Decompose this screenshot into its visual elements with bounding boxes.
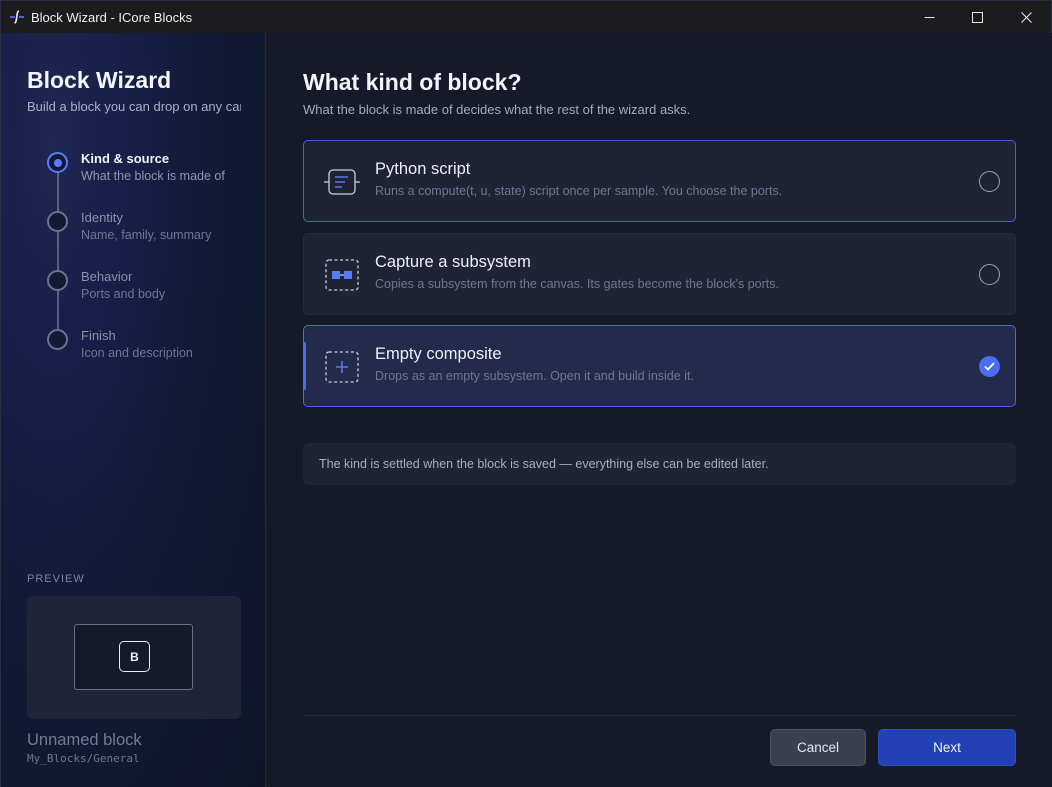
page-subtitle: What the block is made of decides what t… bbox=[303, 102, 691, 117]
preview-block-badge: B bbox=[119, 641, 150, 672]
info-note: The kind is settled when the block is sa… bbox=[303, 443, 1016, 485]
preview-label: PREVIEW bbox=[27, 573, 85, 585]
step-behavior[interactable]: Behavior Ports and body bbox=[47, 269, 257, 309]
minimize-button[interactable] bbox=[905, 1, 953, 33]
wizard-main: What kind of block? What the block is ma… bbox=[267, 33, 1052, 787]
step-desc: Name, family, summary bbox=[81, 228, 212, 242]
step-desc: Ports and body bbox=[81, 287, 166, 301]
footer-divider bbox=[303, 715, 1016, 716]
option-title: Python script bbox=[375, 160, 471, 178]
option-python-script[interactable]: Python script Runs a compute(t, u, state… bbox=[303, 140, 1016, 222]
window-title: Block Wizard - ICore Blocks bbox=[31, 10, 193, 25]
step-indicator-icon bbox=[47, 211, 68, 232]
step-title: Behavior bbox=[81, 269, 133, 284]
option-desc: Drops as an empty subsystem. Open it and… bbox=[375, 369, 694, 383]
radio-python-script[interactable] bbox=[979, 171, 1000, 192]
maximize-icon bbox=[971, 11, 983, 23]
step-title: Kind & source bbox=[81, 151, 170, 166]
maximize-button[interactable] bbox=[953, 1, 1001, 33]
step-indicator-icon bbox=[47, 329, 68, 350]
step-kind-source[interactable]: Kind & source What the block is made of bbox=[47, 151, 257, 191]
wizard-window: Block Wizard - ICore Blocks Block Wizard… bbox=[0, 0, 1052, 787]
option-desc: Copies a subsystem from the canvas. Its … bbox=[375, 277, 779, 291]
minimize-icon bbox=[924, 16, 934, 18]
step-finish[interactable]: Finish Icon and description bbox=[47, 328, 257, 368]
wizard-sidebar: Block Wizard Build a block you can drop … bbox=[1, 33, 266, 787]
step-desc: What the block is made of bbox=[81, 169, 225, 183]
option-title: Capture a subsystem bbox=[375, 253, 531, 271]
sidebar-subtitle: Build a block you can drop on any canvas bbox=[27, 99, 241, 114]
step-identity[interactable]: Identity Name, family, summary bbox=[47, 210, 257, 250]
page-title: What kind of block? bbox=[303, 69, 522, 95]
sidebar-title: Block Wizard bbox=[27, 67, 172, 93]
checkmark-icon bbox=[984, 362, 995, 371]
step-title: Finish bbox=[81, 328, 116, 343]
info-note-text: The kind is settled when the block is sa… bbox=[319, 457, 769, 471]
selection-accent-bar bbox=[303, 342, 306, 390]
title-bar[interactable]: Block Wizard - ICore Blocks bbox=[1, 1, 1051, 33]
close-button[interactable] bbox=[1002, 1, 1050, 33]
step-indicator-icon bbox=[47, 270, 68, 291]
radio-empty-composite[interactable] bbox=[979, 356, 1000, 377]
step-desc: Icon and description bbox=[81, 346, 193, 360]
preview-block-name: Unnamed block bbox=[27, 731, 142, 749]
python-script-icon bbox=[324, 169, 360, 195]
step-indicator-icon bbox=[47, 152, 68, 173]
capture-subsystem-icon bbox=[325, 259, 359, 291]
preview-block-path: My_Blocks/General bbox=[27, 752, 140, 765]
app-logo-icon bbox=[10, 10, 24, 24]
next-button[interactable]: Next bbox=[878, 729, 1016, 766]
option-empty-composite[interactable]: Empty composite Drops as an empty subsys… bbox=[303, 325, 1016, 407]
cancel-button[interactable]: Cancel bbox=[770, 729, 866, 766]
block-preview: B bbox=[27, 596, 241, 719]
option-title: Empty composite bbox=[375, 345, 502, 363]
close-icon bbox=[1020, 11, 1032, 23]
preview-block-shape: B bbox=[74, 624, 193, 690]
radio-capture-subsystem[interactable] bbox=[979, 264, 1000, 285]
step-title: Identity bbox=[81, 210, 123, 225]
option-desc: Runs a compute(t, u, state) script once … bbox=[375, 184, 783, 198]
option-capture-subsystem[interactable]: Capture a subsystem Copies a subsystem f… bbox=[303, 233, 1016, 315]
empty-composite-icon bbox=[325, 351, 359, 383]
